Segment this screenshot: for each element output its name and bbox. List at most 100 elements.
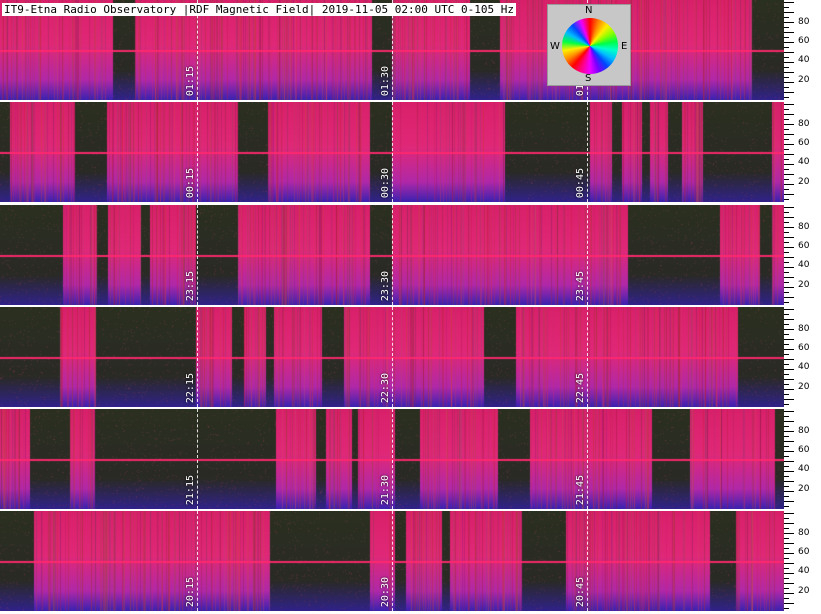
scale-tick	[784, 543, 794, 544]
scale-tick	[784, 217, 794, 218]
spectrogram-display: 01:15 01:30 01: 80 60 40 20 00:15 00:30 00:45 80 60…	[0, 0, 821, 614]
scale-tick	[784, 426, 789, 427]
time-label: 00:15	[185, 167, 196, 198]
scale-tick	[784, 364, 789, 365]
scale-tick	[784, 314, 789, 315]
scale-label: 80	[798, 222, 810, 232]
scale-tick	[784, 17, 789, 18]
time-label: 23:30	[380, 270, 391, 301]
time-gridline	[197, 307, 198, 407]
time-gridline	[587, 511, 588, 611]
scale-tick	[784, 77, 789, 78]
scale-tick	[784, 384, 789, 385]
scale-tick	[784, 22, 794, 23]
time-gridline	[587, 205, 588, 305]
time-gridline	[392, 307, 393, 407]
scale-tick	[784, 169, 789, 170]
scale-label: 40	[798, 260, 810, 270]
scale-label: 80	[798, 426, 810, 436]
scale-tick	[784, 97, 789, 98]
scale-tick	[784, 533, 794, 534]
scale-tick	[784, 242, 789, 243]
scale-tick	[784, 252, 789, 253]
scale-tick	[784, 272, 789, 273]
scale-tick	[784, 394, 789, 395]
scale-label: 20	[798, 177, 810, 187]
scale-tick	[784, 159, 789, 160]
scale-tick	[784, 466, 789, 467]
scale-tick	[784, 144, 794, 145]
scale-tick	[784, 553, 794, 554]
time-label: 22:15	[185, 372, 196, 403]
spectrogram-strip: 22:15 22:30 22:45	[0, 307, 784, 407]
scale-tick	[784, 194, 794, 195]
scale-label: 20	[798, 484, 810, 494]
scale-tick	[784, 329, 794, 330]
compass-south-label: S	[585, 73, 592, 84]
scale-tick	[784, 72, 794, 73]
scale-tick	[784, 523, 794, 524]
time-label: 20:30	[380, 576, 391, 607]
scale-label: 60	[798, 138, 810, 148]
compass-north-label: N	[585, 5, 593, 16]
time-gridline	[392, 409, 393, 509]
scale-tick	[784, 109, 789, 110]
scale-tick	[784, 563, 794, 564]
scale-label: 60	[798, 241, 810, 251]
scale-tick	[784, 481, 794, 482]
scale-tick	[784, 344, 789, 345]
scale-tick	[784, 593, 794, 594]
scale-label: 60	[798, 36, 810, 46]
scale-label: 80	[798, 324, 810, 334]
scale-tick	[784, 603, 794, 604]
scale-tick	[784, 471, 794, 472]
scale-tick	[784, 139, 789, 140]
time-label: 21:15	[185, 474, 196, 505]
compass-east-label: E	[621, 41, 628, 52]
scale-tick	[784, 501, 794, 502]
scale-tick	[784, 573, 794, 574]
time-gridline	[392, 511, 393, 611]
time-gridline	[392, 102, 393, 202]
scale-tick	[784, 389, 794, 390]
scale-tick	[784, 292, 789, 293]
scale-label: 20	[798, 586, 810, 596]
scale-tick	[784, 436, 789, 437]
scale-tick	[784, 222, 789, 223]
scale-tick	[784, 538, 789, 539]
scale-tick	[784, 451, 794, 452]
scale-label: 60	[798, 343, 810, 353]
scale-tick	[784, 334, 789, 335]
scale-tick	[784, 608, 789, 609]
scale-tick	[784, 119, 789, 120]
scale-tick	[784, 199, 789, 200]
scale-tick	[784, 578, 789, 579]
time-label: 01:15	[185, 65, 196, 96]
scale-label: 80	[798, 119, 810, 129]
scale-tick	[784, 37, 789, 38]
scale-tick	[784, 359, 794, 360]
scale-tick	[784, 232, 789, 233]
scale-tick	[784, 92, 794, 93]
frequency-scale: 80 60 40 20	[784, 307, 821, 407]
scale-tick	[784, 227, 794, 228]
scale-tick	[784, 446, 789, 447]
scale-tick	[784, 339, 794, 340]
scale-tick	[784, 154, 794, 155]
scale-tick	[784, 184, 794, 185]
scale-tick	[784, 7, 789, 8]
time-label: 00:30	[380, 167, 391, 198]
scale-tick	[784, 513, 794, 514]
scale-tick	[784, 421, 794, 422]
scale-tick	[784, 558, 789, 559]
scale-tick	[784, 354, 789, 355]
scale-tick	[784, 149, 789, 150]
time-gridline	[392, 205, 393, 305]
scale-tick	[784, 57, 789, 58]
scale-label: 20	[798, 75, 810, 85]
scale-tick	[784, 324, 789, 325]
scale-tick	[784, 411, 794, 412]
scale-tick	[784, 212, 789, 213]
frequency-scale: 80 60 40 20	[784, 102, 821, 202]
scale-tick	[784, 302, 789, 303]
